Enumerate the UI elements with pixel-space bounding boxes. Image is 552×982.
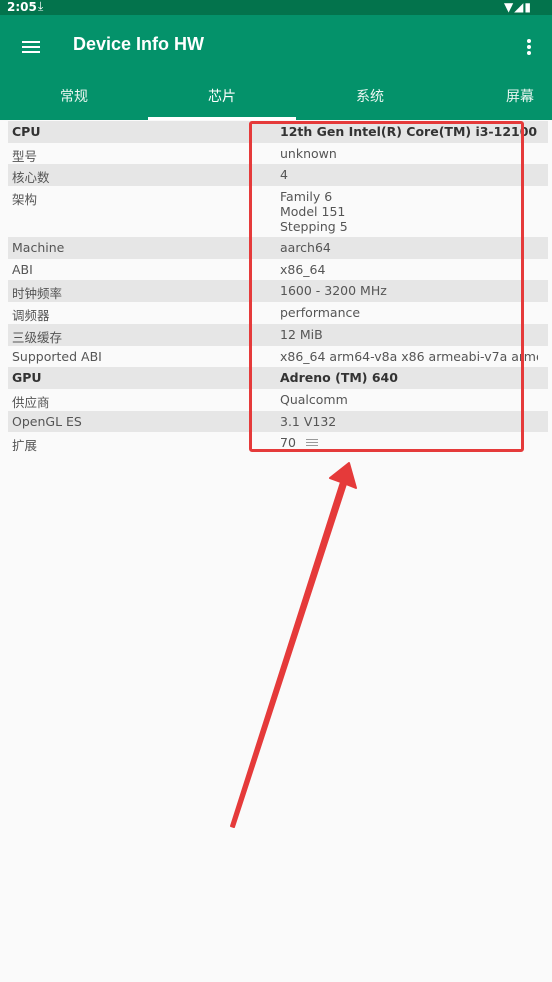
annotation-arrow-icon (230, 462, 357, 828)
